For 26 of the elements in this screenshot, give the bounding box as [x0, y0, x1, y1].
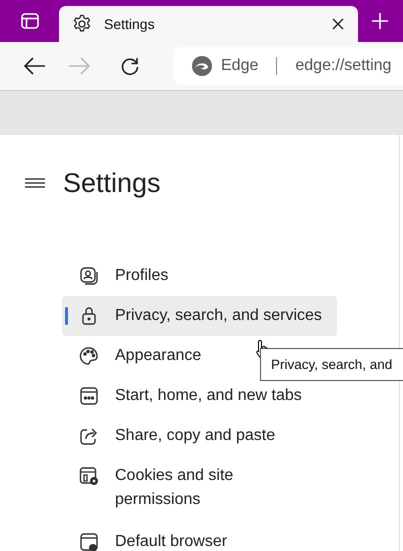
back-icon[interactable] [24, 57, 46, 75]
refresh-icon[interactable] [120, 56, 140, 76]
browser-icon [79, 532, 99, 551]
palette-icon [79, 346, 99, 366]
menu-item[interactable]: Privacy, search, and services [62, 296, 337, 336]
cookies-icon [79, 466, 99, 486]
share-icon [79, 426, 99, 446]
menu-icon[interactable] [25, 176, 45, 190]
page-title: Settings [63, 168, 161, 198]
gear-icon [72, 14, 92, 34]
site-label: Edge [221, 57, 258, 75]
tooltip: Privacy, search, and [260, 348, 403, 381]
address-bar[interactable]: Edge edge://setting [174, 47, 403, 85]
profile-icon [79, 266, 99, 286]
menu-item[interactable]: Profiles [62, 256, 337, 296]
menu-item[interactable]: Share, copy and paste [62, 416, 337, 456]
menu-item[interactable]: Default browser [62, 522, 337, 551]
browser-logo-icon [191, 55, 213, 77]
browser-tab[interactable]: Settings [59, 6, 358, 42]
tab-page-icon [79, 386, 99, 406]
menu-item[interactable]: Cookies and site permissions [62, 456, 337, 522]
tab-title: Settings [104, 16, 156, 32]
url-text: edge://setting [295, 57, 392, 75]
close-icon[interactable] [332, 18, 344, 30]
tab-actions-icon[interactable] [21, 13, 39, 29]
new-tab-icon[interactable] [371, 12, 389, 30]
